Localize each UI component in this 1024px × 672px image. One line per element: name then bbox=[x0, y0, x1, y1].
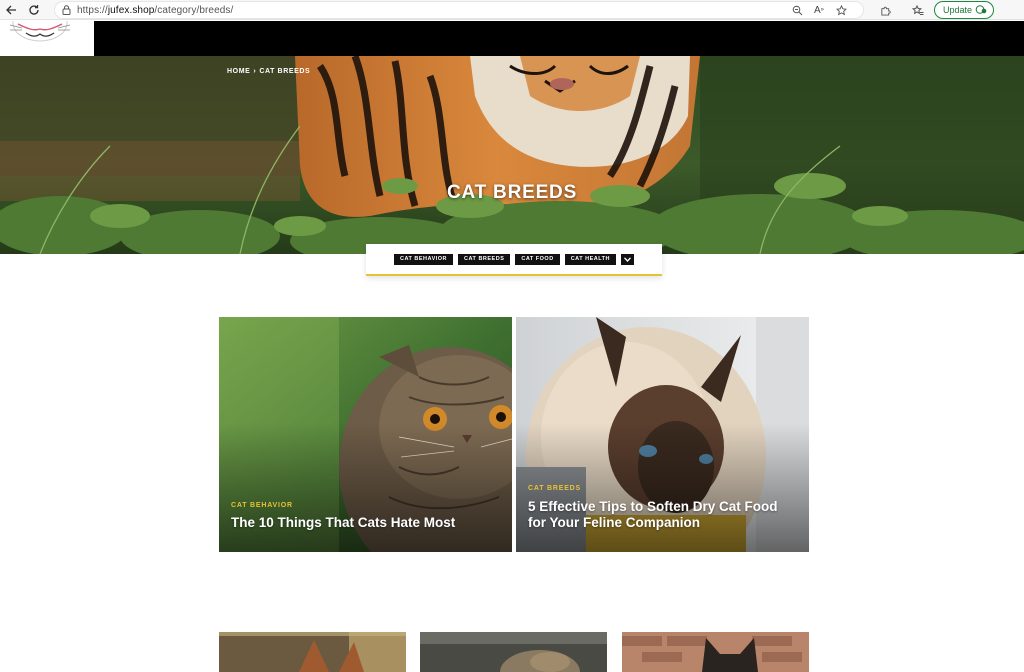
cat-logo-icon bbox=[9, 21, 71, 42]
page-title: CAT BREEDS bbox=[446, 182, 578, 203]
category-filter-bar: CAT BEHAVIOR CAT BREEDS CAT FOOD CAT HEA… bbox=[366, 244, 662, 276]
post-thumbnail[interactable] bbox=[420, 632, 607, 672]
chevron-down-icon bbox=[624, 256, 631, 262]
card-title[interactable]: The 10 Things That Cats Hate Most bbox=[231, 515, 498, 531]
featured-post-card[interactable]: CAT BREEDS 5 Effective Tips to Soften Dr… bbox=[516, 317, 809, 552]
url-text: https://jufex.shop/category/breeds/ bbox=[77, 4, 234, 16]
breadcrumb: HOME › CAT BREEDS bbox=[227, 68, 310, 75]
post-thumbnail[interactable] bbox=[219, 632, 406, 672]
black-cat-image bbox=[622, 632, 809, 672]
more-categories-button[interactable] bbox=[621, 253, 635, 265]
cat-ears-image bbox=[219, 632, 406, 672]
refresh-icon[interactable] bbox=[23, 0, 45, 20]
update-button[interactable]: Update bbox=[934, 1, 994, 19]
card-category-label[interactable]: CAT BREEDS bbox=[528, 485, 581, 492]
update-icon bbox=[975, 4, 987, 17]
extensions-icon[interactable] bbox=[874, 0, 896, 20]
tab-cat-behavior[interactable]: CAT BEHAVIOR bbox=[393, 253, 454, 265]
tiger-hero-image bbox=[0, 56, 1024, 254]
favorites-list-icon[interactable] bbox=[907, 0, 929, 20]
address-bar[interactable]: https://jufex.shop/category/breeds/ bbox=[54, 1, 864, 19]
favorite-star-icon[interactable] bbox=[830, 0, 852, 20]
tabby-cat-image bbox=[420, 632, 607, 672]
zoom-icon[interactable] bbox=[786, 0, 808, 20]
breadcrumb-current: CAT BREEDS bbox=[259, 68, 311, 75]
breadcrumb-separator: › bbox=[253, 68, 257, 75]
browser-toolbar: https://jufex.shop/category/breeds/ A» U… bbox=[0, 0, 1024, 20]
tab-cat-breeds[interactable]: CAT BREEDS bbox=[458, 253, 511, 265]
tab-cat-food[interactable]: CAT FOOD bbox=[515, 253, 560, 265]
card-title[interactable]: 5 Effective Tips to Soften Dry Cat Food … bbox=[528, 499, 795, 531]
category-hero: HOME › CAT BREEDS CAT BREEDS bbox=[0, 56, 1024, 254]
card-overlay bbox=[219, 422, 512, 552]
tab-cat-health[interactable]: CAT HEALTH bbox=[564, 253, 617, 265]
lock-icon bbox=[55, 2, 77, 18]
breadcrumb-home-link[interactable]: HOME bbox=[227, 68, 250, 75]
site-header bbox=[0, 21, 1024, 56]
site-logo[interactable] bbox=[0, 21, 94, 56]
read-aloud-icon[interactable]: A» bbox=[808, 0, 830, 20]
post-thumbnail[interactable] bbox=[622, 632, 809, 672]
back-icon[interactable] bbox=[0, 0, 22, 20]
card-category-label[interactable]: CAT BEHAVIOR bbox=[231, 502, 293, 509]
featured-post-card[interactable]: CAT BEHAVIOR The 10 Things That Cats Hat… bbox=[219, 317, 512, 552]
